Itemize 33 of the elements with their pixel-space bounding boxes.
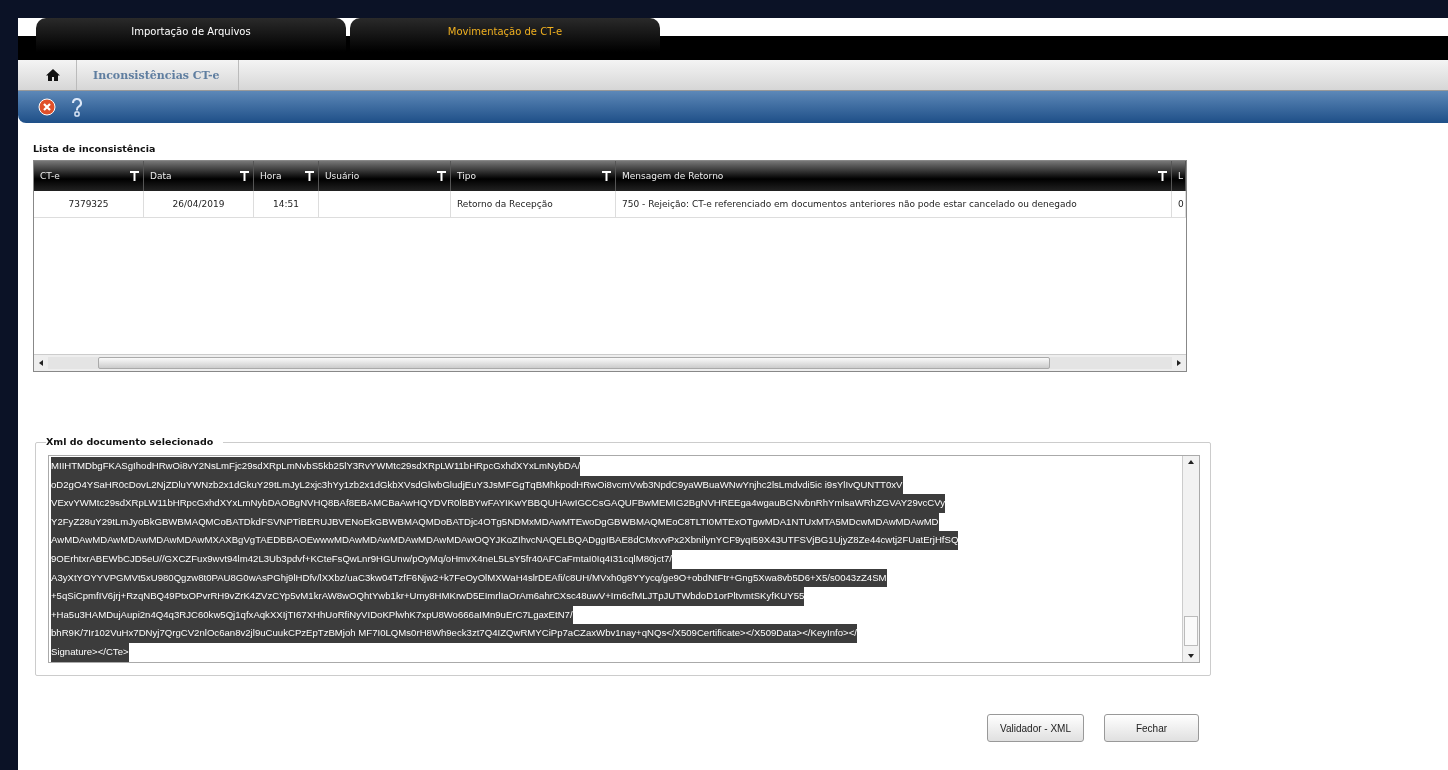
xml-panel-title: Xml do documento selecionado [46,436,224,447]
table-cell: Retorno da Recepção [451,191,616,217]
home-icon[interactable] [46,68,60,82]
filter-icon[interactable] [305,171,314,181]
vertical-scrollbar[interactable] [1182,456,1199,662]
column-header[interactable]: Tipo [451,161,616,191]
tab[interactable]: Movimentação de CT-e [350,18,660,52]
filter-icon[interactable] [437,171,446,181]
filter-icon[interactable] [130,171,139,181]
dialog-button[interactable]: Validador - XML [987,714,1084,742]
dialog-button[interactable]: Fechar [1104,714,1199,742]
table-row[interactable]: 7379325 26/04/2019 14:51 Retorno da Recepção 750 - Rejeição: CT-e referenciado em documentos anteriores não pode estar cancelado ou denegado 0 [34,191,1186,218]
column-header[interactable]: Data [144,161,254,191]
table-cell: 26/04/2019 [144,191,254,217]
column-header[interactable]: Usuário [319,161,451,191]
filter-icon[interactable] [240,171,249,181]
scroll-thumb[interactable] [98,357,1050,369]
table-cell: 750 - Rejeição: CT-e referenciado em documentos anteriores não pode estar cancelado ou denegado [616,191,1172,217]
scroll-thumb[interactable] [1184,616,1198,646]
column-header[interactable]: CT-e [34,161,144,191]
column-header[interactable]: Hora [254,161,319,191]
filter-icon[interactable] [602,171,611,181]
horizontal-scrollbar[interactable] [34,354,1186,371]
close-button[interactable] [38,98,56,116]
column-header[interactable]: Mensagem de Retorno [616,161,1172,191]
list-title: Lista de inconsistência [33,143,157,154]
filter-icon[interactable] [1158,171,1167,181]
tab[interactable]: Importação de Arquivos [36,18,346,52]
table-cell: 14:51 [254,191,319,217]
help-button[interactable] [70,97,84,117]
table-cell: 7379325 [34,191,144,217]
table-cell: 0 [1172,191,1186,217]
column-header[interactable]: L [1172,161,1186,191]
